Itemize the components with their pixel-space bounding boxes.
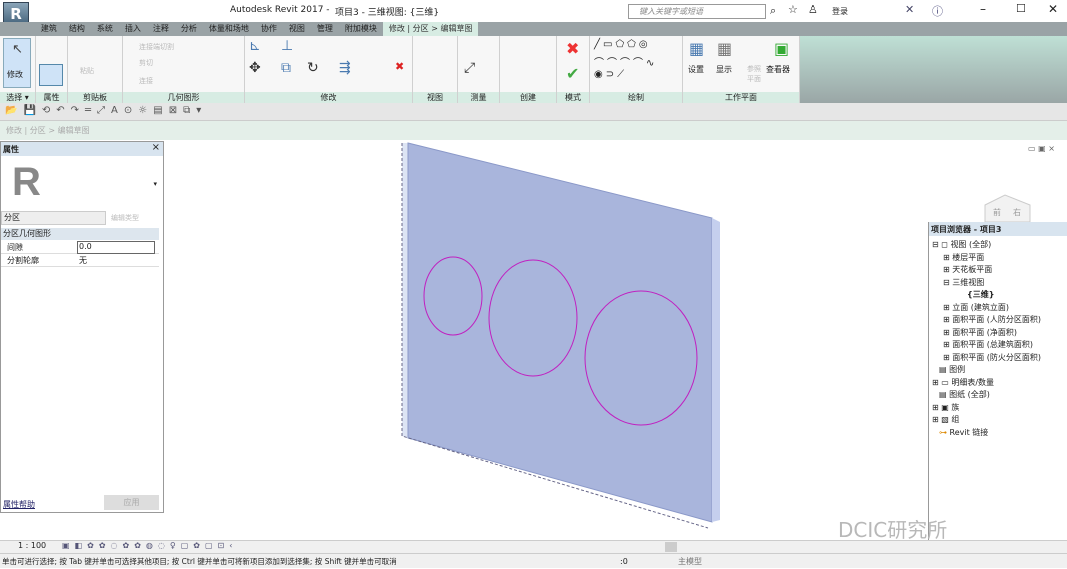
- tree-item[interactable]: ⊞ ▣ 族: [932, 402, 959, 413]
- tree-item[interactable]: ⊞ 面积平面 (人防分区面积): [943, 314, 1041, 325]
- view-window-controls[interactable]: ▭ ▣ ×: [1028, 144, 1055, 153]
- tree-item[interactable]: ▤ 图例: [939, 364, 965, 375]
- active-model[interactable]: 主模型: [678, 554, 702, 569]
- view-cube-front[interactable]: 前: [993, 207, 1001, 218]
- project-browser: 项目浏览器 - 项目3 ⊟ ◻ 视图 (全部) ⊞ 楼层平面 ⊞ 天花板平面 ⊟…: [928, 222, 1067, 540]
- 3d-view-canvas[interactable]: [0, 0, 1067, 568]
- tree-item[interactable]: ⊞ 楼层平面: [943, 252, 984, 263]
- view-cube: [984, 194, 1031, 223]
- tree-item[interactable]: ⊞ ▧ 组: [932, 414, 959, 425]
- wall-face: [407, 142, 713, 523]
- tree-item[interactable]: ⊞ 面积平面 (净面积): [943, 327, 1017, 338]
- wall-edge: [402, 143, 408, 438]
- tree-item[interactable]: ▤ 图纸 (全部): [939, 389, 990, 400]
- selection-count: :0: [620, 557, 628, 566]
- tree-item[interactable]: ⊞ 立面 (建筑立面): [943, 302, 1009, 313]
- horizontal-scrollbar[interactable]: [665, 542, 677, 552]
- link-icon: ⊶: [939, 428, 947, 437]
- view-control-icons[interactable]: ▣◧✿✿◌✿✿◍◌♀▢✿▢⊡‹: [62, 541, 237, 550]
- scale-button[interactable]: 1 : 100: [18, 541, 46, 550]
- status-text: 单击可进行选择; 按 Tab 键并单击可选择其他项目; 按 Ctrl 键并单击可…: [2, 557, 397, 566]
- wall-side: [712, 218, 720, 522]
- tree-item[interactable]: ⊞ ▭ 明细表/数量: [932, 377, 994, 388]
- status-bar: 单击可进行选择; 按 Tab 键并单击可选择其他项目; 按 Ctrl 键并单击可…: [0, 553, 1067, 568]
- tree-item[interactable]: ⊞ 面积平面 (防火分区面积): [943, 352, 1041, 363]
- tree-item[interactable]: ⊟ 三维视图: [943, 277, 984, 288]
- browser-header: 项目浏览器 - 项目3: [929, 222, 1067, 236]
- tree-item[interactable]: ⊞ 天花板平面: [943, 264, 992, 275]
- tree-item-active[interactable]: {三维}: [967, 289, 994, 300]
- tree-item[interactable]: ⊟ ◻ 视图 (全部): [932, 239, 991, 250]
- view-cube-right[interactable]: 右: [1013, 207, 1021, 218]
- view-control-bar: 1 : 100 ▣◧✿✿◌✿✿◍◌♀▢✿▢⊡‹: [0, 540, 1067, 553]
- tree-item[interactable]: ⊶ Revit 链接: [939, 427, 988, 438]
- tree-item[interactable]: ⊞ 面积平面 (总建筑面积): [943, 339, 1033, 350]
- watermark: DCIC研究所: [838, 518, 948, 542]
